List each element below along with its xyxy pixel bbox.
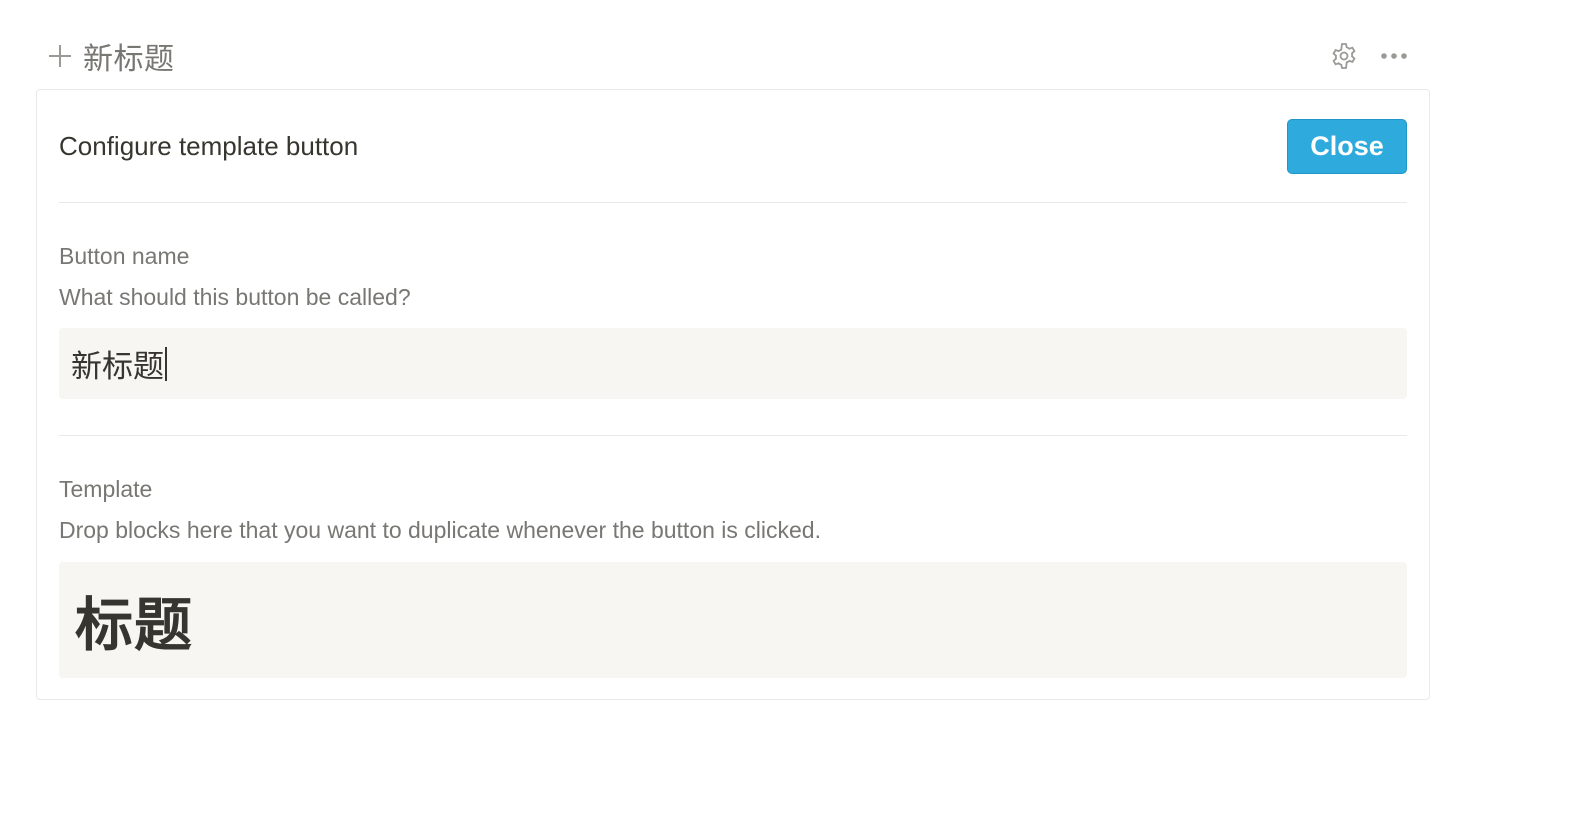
panel-title: Configure template button [59, 130, 359, 161]
template-label: Template [59, 476, 153, 502]
template-section: Template Drop blocks here that you want … [59, 463, 1407, 681]
button-name-label: Button name [59, 243, 190, 269]
configure-template-panel: Configure template button Close Button n… [36, 89, 1430, 700]
button-name-description: What should this button be called? [59, 284, 411, 310]
template-description: Drop blocks here that you want to duplic… [59, 517, 821, 543]
row-actions [1328, 40, 1410, 72]
template-button-label: 新标题 [83, 43, 175, 76]
gear-icon[interactable] [1328, 40, 1360, 72]
more-horizontal-icon[interactable] [1378, 40, 1410, 72]
template-heading-block[interactable]: 标题 [75, 578, 193, 662]
template-drop-zone[interactable]: 标题 [59, 562, 1407, 678]
page: 新标题 Configure template button Close Butt… [0, 0, 1590, 838]
button-name-input[interactable]: 新标题 [59, 328, 1407, 399]
template-button[interactable]: 新标题 [47, 34, 175, 78]
template-button-row: 新标题 [47, 30, 1432, 82]
button-name-section: Button name What should this button be c… [59, 230, 1407, 436]
panel-header: Configure template button Close [59, 90, 1407, 203]
plus-icon [47, 43, 73, 69]
text-caret [165, 346, 167, 381]
button-name-value: 新标题 [71, 349, 164, 384]
close-button[interactable]: Close [1287, 119, 1407, 174]
